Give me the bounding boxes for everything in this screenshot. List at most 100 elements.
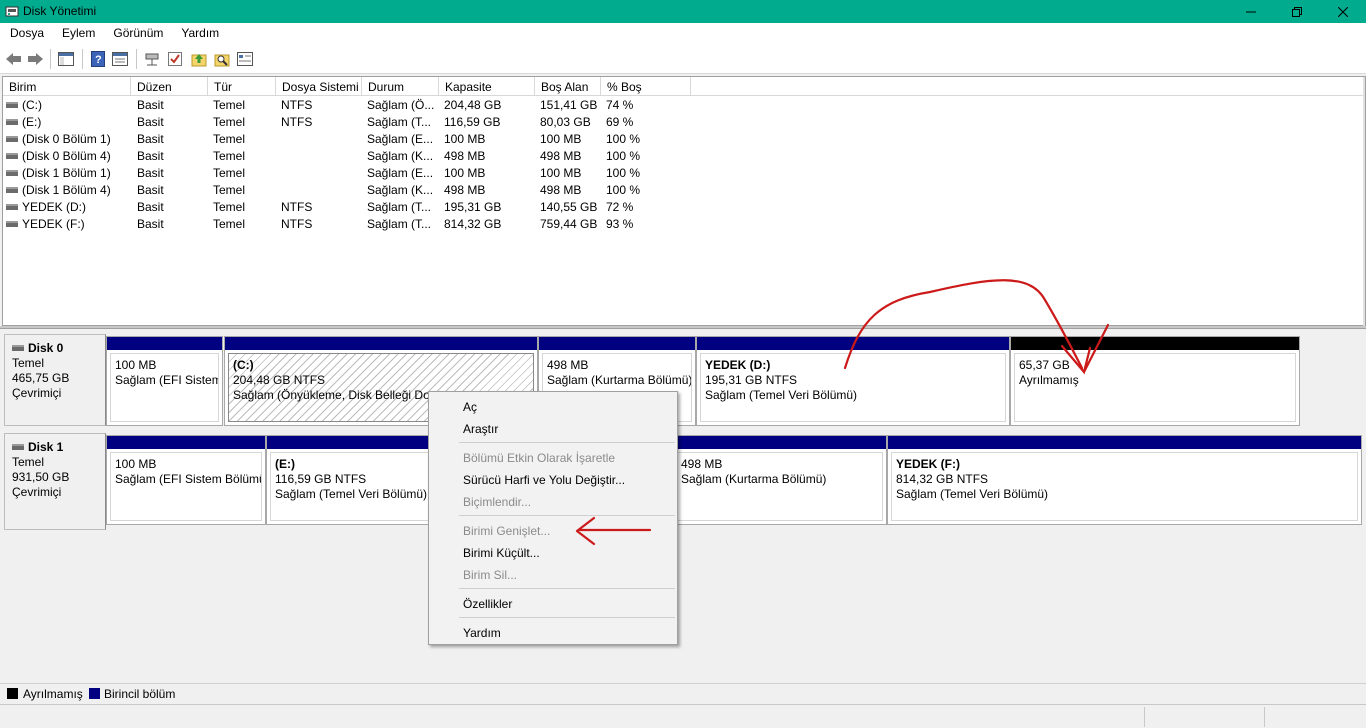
partition-status: Sağlam (Kurtarma Bölümü) xyxy=(681,472,827,486)
restore-icon xyxy=(1292,6,1302,17)
menu-yardim[interactable]: Yardım xyxy=(171,23,227,44)
drive-icon xyxy=(6,118,18,125)
cell-duzen: Basit xyxy=(137,166,164,180)
back-button[interactable] xyxy=(5,50,23,68)
search-folder-button[interactable] xyxy=(213,50,231,68)
search-folder-icon xyxy=(214,54,230,67)
column-header-duzen[interactable]: Düzen xyxy=(131,77,208,96)
menu-item-delete-volume[interactable]: Birim Sil... xyxy=(431,563,675,585)
table-row[interactable]: (E:) Basit Temel NTFS Sağlam (T... 116,5… xyxy=(3,114,703,131)
menu-item-arastir[interactable]: Araştır xyxy=(431,417,675,439)
menu-item-format[interactable]: Biçimlendir... xyxy=(431,490,675,512)
cell-bos-alan: 80,03 GB xyxy=(540,115,591,129)
cell-tur: Temel xyxy=(213,217,246,231)
menu-eylem[interactable]: Eylem xyxy=(52,23,103,44)
pane-splitter[interactable] xyxy=(0,326,1366,329)
cell-durum: Sağlam (K... xyxy=(367,183,434,197)
partition-size: 100 MB xyxy=(115,358,157,372)
menu-item-mark-active[interactable]: Bölümü Etkin Olarak İşaretle xyxy=(431,446,675,468)
table-row[interactable]: YEDEK (D:) Basit Temel NTFS Sağlam (T...… xyxy=(3,199,703,216)
settings-panel-button[interactable] xyxy=(236,50,254,68)
partition-disk1-efi[interactable]: 100 MB Sağlam (EFI Sistem Bölümü xyxy=(106,435,266,525)
cell-bos-alan: 498 MB xyxy=(540,183,582,197)
menu-item-change-drive-letter[interactable]: Sürücü Harfi ve Yolu Değiştir... xyxy=(431,468,675,490)
cell-dosya-sistemi: NTFS xyxy=(281,200,313,214)
menu-item-ac[interactable]: Aç xyxy=(431,395,675,417)
cell-kapasite: 116,59 GB xyxy=(444,115,501,129)
show-hide-console-tree-button[interactable] xyxy=(57,50,75,68)
table-row[interactable]: (Disk 0 Bölüm 1) Basit Temel Sağlam (E..… xyxy=(3,131,703,148)
window-title: Disk Yönetimi xyxy=(23,4,97,18)
table-row[interactable]: (Disk 1 Bölüm 1) Basit Temel Sağlam (E..… xyxy=(3,165,703,182)
menu-item-properties[interactable]: Özellikler xyxy=(431,592,675,614)
cell-bos-alan: 140,55 GB xyxy=(540,200,598,214)
cell-tur: Temel xyxy=(213,98,246,112)
menu-dosya[interactable]: Dosya xyxy=(0,23,52,44)
settings-panel-icon xyxy=(237,52,253,66)
forward-button[interactable] xyxy=(26,50,44,68)
cell-bos-alan: 498 MB xyxy=(540,149,582,163)
connect-virtual-disk-icon xyxy=(145,53,159,66)
cell-yuzde-bos: 100 % xyxy=(606,149,641,163)
disk-1-label[interactable]: Disk 1 Temel 931,50 GB Çevrimiçi xyxy=(4,433,106,530)
cell-kapasite: 498 MB xyxy=(444,183,486,197)
cell-dosya-sistemi: NTFS xyxy=(281,217,313,231)
table-row[interactable]: (Disk 0 Bölüm 4) Basit Temel Sağlam (K..… xyxy=(3,148,703,165)
column-header-tur[interactable]: Tür xyxy=(208,77,276,96)
partition-disk1-yedek-f[interactable]: YEDEK (F:) 814,32 GB NTFS Sağlam (Temel … xyxy=(887,435,1362,525)
menu-item-shrink-volume[interactable]: Birimi Küçült... xyxy=(431,541,675,563)
table-row[interactable]: (C:) Basit Temel NTFS Sağlam (Ö... 204,4… xyxy=(3,97,703,114)
partition-disk1-recovery[interactable]: 498 MB Sağlam (Kurtarma Bölümü) xyxy=(672,435,887,525)
disk-management-app-icon xyxy=(5,6,19,17)
cell-yuzde-bos: 74 % xyxy=(606,98,634,112)
column-header-birim[interactable]: Birim xyxy=(3,77,131,96)
forward-arrow-icon xyxy=(28,53,43,65)
column-header-kapasite[interactable]: Kapasite xyxy=(439,77,535,96)
vertical-scrollbar[interactable] xyxy=(1363,77,1365,327)
partition-status: Sağlam (EFI Sistem xyxy=(115,373,219,387)
cell-duzen: Basit xyxy=(137,200,164,214)
disk-0-label[interactable]: Disk 0 Temel 465,75 GB Çevrimiçi xyxy=(4,334,106,426)
properties-button[interactable] xyxy=(111,50,129,68)
status-segment xyxy=(1264,707,1366,727)
connect-virtual-disk-button[interactable] xyxy=(143,50,161,68)
help-button[interactable]: ? xyxy=(89,50,107,68)
check-icon xyxy=(168,52,182,66)
partition-disk0-unallocated[interactable]: 65,37 GB Ayrılmamış xyxy=(1010,336,1300,426)
menu-item-help[interactable]: Yardım xyxy=(431,621,675,643)
cell-kapasite: 814,32 GB xyxy=(444,217,502,231)
restore-button[interactable] xyxy=(1274,0,1320,23)
column-header-dosya-sistemi[interactable]: Dosya Sistemi xyxy=(276,77,362,96)
legend-swatch-primary xyxy=(89,688,100,699)
partition-disk0-yedek-d[interactable]: YEDEK (D:) 195,31 GB NTFS Sağlam (Temel … xyxy=(696,336,1010,426)
menu-separator xyxy=(459,617,675,618)
column-header-durum[interactable]: Durum xyxy=(362,77,439,96)
check-button[interactable] xyxy=(166,50,184,68)
cell-kapasite: 195,31 GB xyxy=(444,200,502,214)
minimize-button[interactable] xyxy=(1228,0,1274,23)
partition-size: 498 MB xyxy=(681,457,723,471)
partition-size: 65,37 GB xyxy=(1019,358,1070,372)
cell-kapasite: 498 MB xyxy=(444,149,486,163)
up-folder-button[interactable] xyxy=(190,50,208,68)
partition-status: Sağlam (EFI Sistem Bölümü xyxy=(115,472,262,486)
cell-durum: Sağlam (Ö... xyxy=(367,98,435,112)
cell-bos-alan: 100 MB xyxy=(540,132,582,146)
column-header-yuzde-bos[interactable]: % Boş xyxy=(601,77,691,96)
table-row[interactable]: YEDEK (F:) Basit Temel NTFS Sağlam (T...… xyxy=(3,216,703,233)
toolbar: ? xyxy=(0,44,1366,74)
partition-disk0-efi[interactable]: 100 MB Sağlam (EFI Sistem xyxy=(106,336,223,426)
volume-list[interactable]: Birim Düzen Tür Dosya Sistemi Durum Kapa… xyxy=(2,76,1366,327)
table-row[interactable]: (Disk 1 Bölüm 4) Basit Temel Sağlam (K..… xyxy=(3,182,703,199)
menu-gorunum[interactable]: Görünüm xyxy=(103,23,171,44)
menu-item-extend-volume[interactable]: Birimi Genişlet... xyxy=(431,519,675,541)
disk-icon xyxy=(12,443,24,450)
close-button[interactable] xyxy=(1320,0,1366,23)
cell-birim: YEDEK (D:) xyxy=(22,200,87,214)
column-header-bos-alan[interactable]: Boş Alan xyxy=(535,77,601,96)
cell-durum: Sağlam (T... xyxy=(367,115,432,129)
partition-bar xyxy=(107,436,265,449)
volume-list-header: Birim Düzen Tür Dosya Sistemi Durum Kapa… xyxy=(3,77,1365,96)
cell-yuzde-bos: 69 % xyxy=(606,115,634,129)
partition-size: 814,32 GB NTFS xyxy=(896,472,989,486)
